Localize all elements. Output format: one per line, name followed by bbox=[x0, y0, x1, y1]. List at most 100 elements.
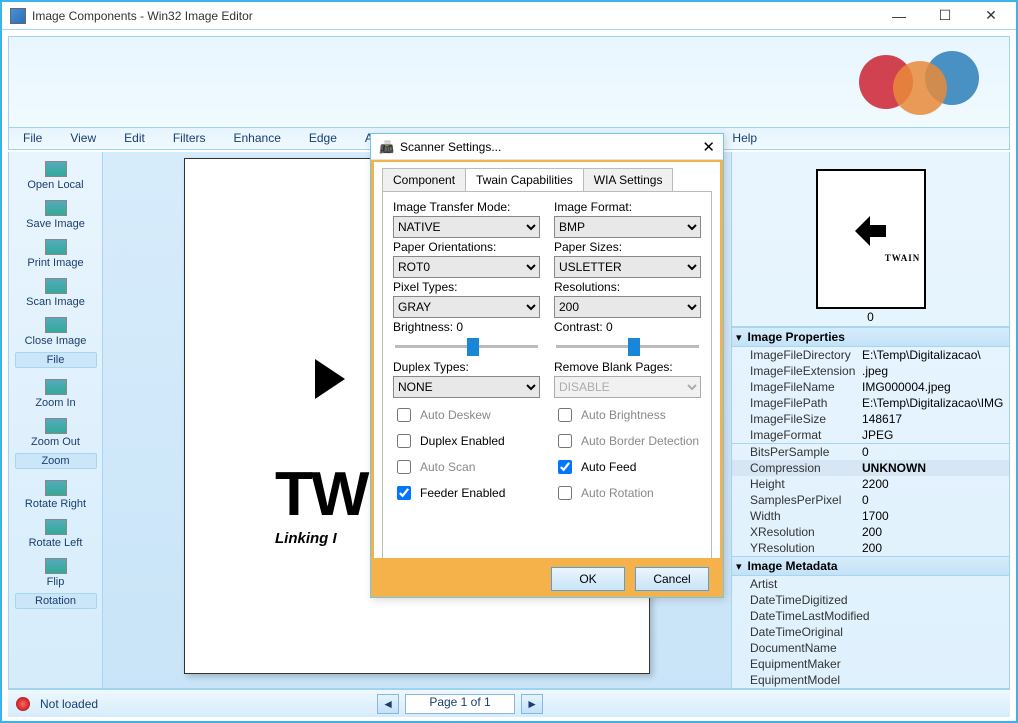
dialog-tab-content: Image Transfer Mode: NATIVE Image Format… bbox=[382, 191, 712, 561]
page-thumbnail[interactable]: TWAIN bbox=[816, 169, 926, 309]
property-row[interactable]: EquipmentModel bbox=[732, 672, 1009, 688]
logo-icon bbox=[859, 47, 989, 117]
menu-edit[interactable]: Edit bbox=[110, 128, 159, 149]
scan-icon bbox=[45, 278, 67, 294]
auto-rotation-checkbox[interactable]: Auto Rotation bbox=[554, 483, 701, 503]
property-row[interactable]: DocumentName bbox=[732, 640, 1009, 656]
print-icon bbox=[45, 239, 67, 255]
property-row[interactable]: CompressionUNKNOWN bbox=[732, 460, 1009, 476]
menu-enhance[interactable]: Enhance bbox=[220, 128, 295, 149]
property-row[interactable]: XResolution200 bbox=[732, 524, 1009, 540]
property-key: SamplesPerPixel bbox=[750, 493, 862, 507]
property-key: Width bbox=[750, 509, 862, 523]
property-value: IMG000004.jpeg bbox=[862, 380, 1009, 394]
duplex-types-select[interactable]: NONE bbox=[393, 376, 540, 398]
property-value: 200 bbox=[862, 525, 1009, 539]
property-value bbox=[862, 609, 1009, 623]
close-button[interactable]: ✕ bbox=[968, 2, 1014, 30]
next-page-button[interactable]: ► bbox=[521, 694, 543, 714]
property-row[interactable]: BitsPerSample0 bbox=[732, 444, 1009, 460]
property-value: UNKNOWN bbox=[862, 461, 1009, 475]
cancel-button[interactable]: Cancel bbox=[635, 567, 709, 591]
property-key: Compression bbox=[750, 461, 862, 475]
property-row[interactable]: ImageFilePathE:\Temp\Digitalizacao\IMG bbox=[732, 395, 1009, 411]
property-row[interactable]: ImageFileExtension.jpeg bbox=[732, 363, 1009, 379]
auto-feed-checkbox[interactable]: Auto Feed bbox=[554, 457, 701, 477]
page-indicator[interactable]: Page 1 of 1 bbox=[405, 694, 515, 714]
print-image-button[interactable]: Print Image bbox=[15, 234, 97, 273]
pixel-types-select[interactable]: GRAY bbox=[393, 296, 540, 318]
maximize-button[interactable]: ☐ bbox=[922, 2, 968, 30]
property-value bbox=[862, 577, 1009, 591]
property-key: DateTimeOriginal bbox=[750, 625, 862, 639]
dialog-close-button[interactable]: ✕ bbox=[702, 138, 715, 156]
resolutions-select[interactable]: 200 bbox=[554, 296, 701, 318]
paper-sizes-select[interactable]: USLETTER bbox=[554, 256, 701, 278]
rotate-right-button[interactable]: Rotate Right bbox=[15, 475, 97, 514]
menu-filters[interactable]: Filters bbox=[159, 128, 220, 149]
auto-scan-checkbox[interactable]: Auto Scan bbox=[393, 457, 540, 477]
remove-blank-pages-select: DISABLE bbox=[554, 376, 701, 398]
property-value bbox=[862, 625, 1009, 639]
property-row[interactable]: DateTimeLastModified bbox=[732, 608, 1009, 624]
zoom-section-label: Zoom bbox=[15, 453, 97, 469]
property-row[interactable]: YResolution200 bbox=[732, 540, 1009, 556]
property-row[interactable]: SamplesPerPixel0 bbox=[732, 492, 1009, 508]
auto-deskew-checkbox[interactable]: Auto Deskew bbox=[393, 405, 540, 425]
open-local-button[interactable]: Open Local bbox=[15, 156, 97, 195]
menu-view[interactable]: View bbox=[56, 128, 110, 149]
titlebar: Image Components - Win32 Image Editor — … bbox=[2, 2, 1016, 30]
thumbnail-pane: TWAIN 0 bbox=[732, 152, 1009, 327]
brightness-slider[interactable] bbox=[393, 336, 540, 358]
tab-twain-capabilities[interactable]: Twain Capabilities bbox=[465, 168, 584, 191]
property-value: 2200 bbox=[862, 477, 1009, 491]
scanner-settings-dialog: 📠 Scanner Settings... ✕ Component Twain … bbox=[370, 133, 724, 598]
property-key: ImageFileSize bbox=[750, 412, 862, 426]
property-row[interactable]: Artist bbox=[732, 576, 1009, 592]
open-icon bbox=[45, 161, 67, 177]
property-value: 200 bbox=[862, 541, 1009, 555]
twain-arrow-icon bbox=[315, 359, 345, 399]
save-image-button[interactable]: Save Image bbox=[15, 195, 97, 234]
prev-page-button[interactable]: ◄ bbox=[377, 694, 399, 714]
paper-orientations-select[interactable]: ROT0 bbox=[393, 256, 540, 278]
status-indicator-icon bbox=[16, 697, 30, 711]
scan-image-button[interactable]: Scan Image bbox=[15, 273, 97, 312]
tab-wia-settings[interactable]: WIA Settings bbox=[583, 168, 674, 191]
property-row[interactable]: EquipmentMaker bbox=[732, 656, 1009, 672]
tab-component[interactable]: Component bbox=[382, 168, 466, 191]
minimize-button[interactable]: — bbox=[876, 2, 922, 30]
menu-edge[interactable]: Edge bbox=[295, 128, 351, 149]
property-row[interactable]: DateTimeOriginal bbox=[732, 624, 1009, 640]
property-row[interactable]: ImageFileDirectoryE:\Temp\Digitalizacao\ bbox=[732, 347, 1009, 363]
auto-border-detection-checkbox[interactable]: Auto Border Detection bbox=[554, 431, 701, 451]
close-image-button[interactable]: Close Image bbox=[15, 312, 97, 351]
thumbnail-index: 0 bbox=[732, 310, 1009, 324]
property-row[interactable]: ImageFileSize148617 bbox=[732, 411, 1009, 427]
property-row[interactable]: ImageFormatJPEG bbox=[732, 427, 1009, 443]
menu-file[interactable]: File bbox=[9, 128, 56, 149]
flip-button[interactable]: Flip bbox=[15, 553, 97, 592]
property-row[interactable]: ImageFileNameIMG000004.jpeg bbox=[732, 379, 1009, 395]
banner bbox=[8, 36, 1010, 128]
feeder-enabled-checkbox[interactable]: Feeder Enabled bbox=[393, 483, 540, 503]
zoom-in-button[interactable]: Zoom In bbox=[15, 374, 97, 413]
image-properties-header[interactable]: ▾Image Properties bbox=[732, 328, 1009, 347]
tool-column: Open Local Save Image Print Image Scan I… bbox=[9, 152, 103, 688]
dialog-tabs: Component Twain Capabilities WIA Setting… bbox=[382, 168, 712, 191]
image-metadata-header[interactable]: ▾Image Metadata bbox=[732, 557, 1009, 576]
property-row[interactable]: Width1700 bbox=[732, 508, 1009, 524]
property-value: E:\Temp\Digitalizacao\IMG bbox=[862, 396, 1009, 410]
menu-help[interactable]: Help bbox=[718, 128, 771, 149]
rotate-left-button[interactable]: Rotate Left bbox=[15, 514, 97, 553]
zoom-out-button[interactable]: Zoom Out bbox=[15, 413, 97, 452]
property-row[interactable]: DateTimeDigitized bbox=[732, 592, 1009, 608]
transfer-mode-select[interactable]: NATIVE bbox=[393, 216, 540, 238]
property-row[interactable]: Height2200 bbox=[732, 476, 1009, 492]
duplex-enabled-checkbox[interactable]: Duplex Enabled bbox=[393, 431, 540, 451]
auto-brightness-checkbox[interactable]: Auto Brightness bbox=[554, 405, 701, 425]
contrast-slider[interactable] bbox=[554, 336, 701, 358]
ok-button[interactable]: OK bbox=[551, 567, 625, 591]
image-format-select[interactable]: BMP bbox=[554, 216, 701, 238]
pixel-types-label: Pixel Types: bbox=[393, 280, 540, 294]
